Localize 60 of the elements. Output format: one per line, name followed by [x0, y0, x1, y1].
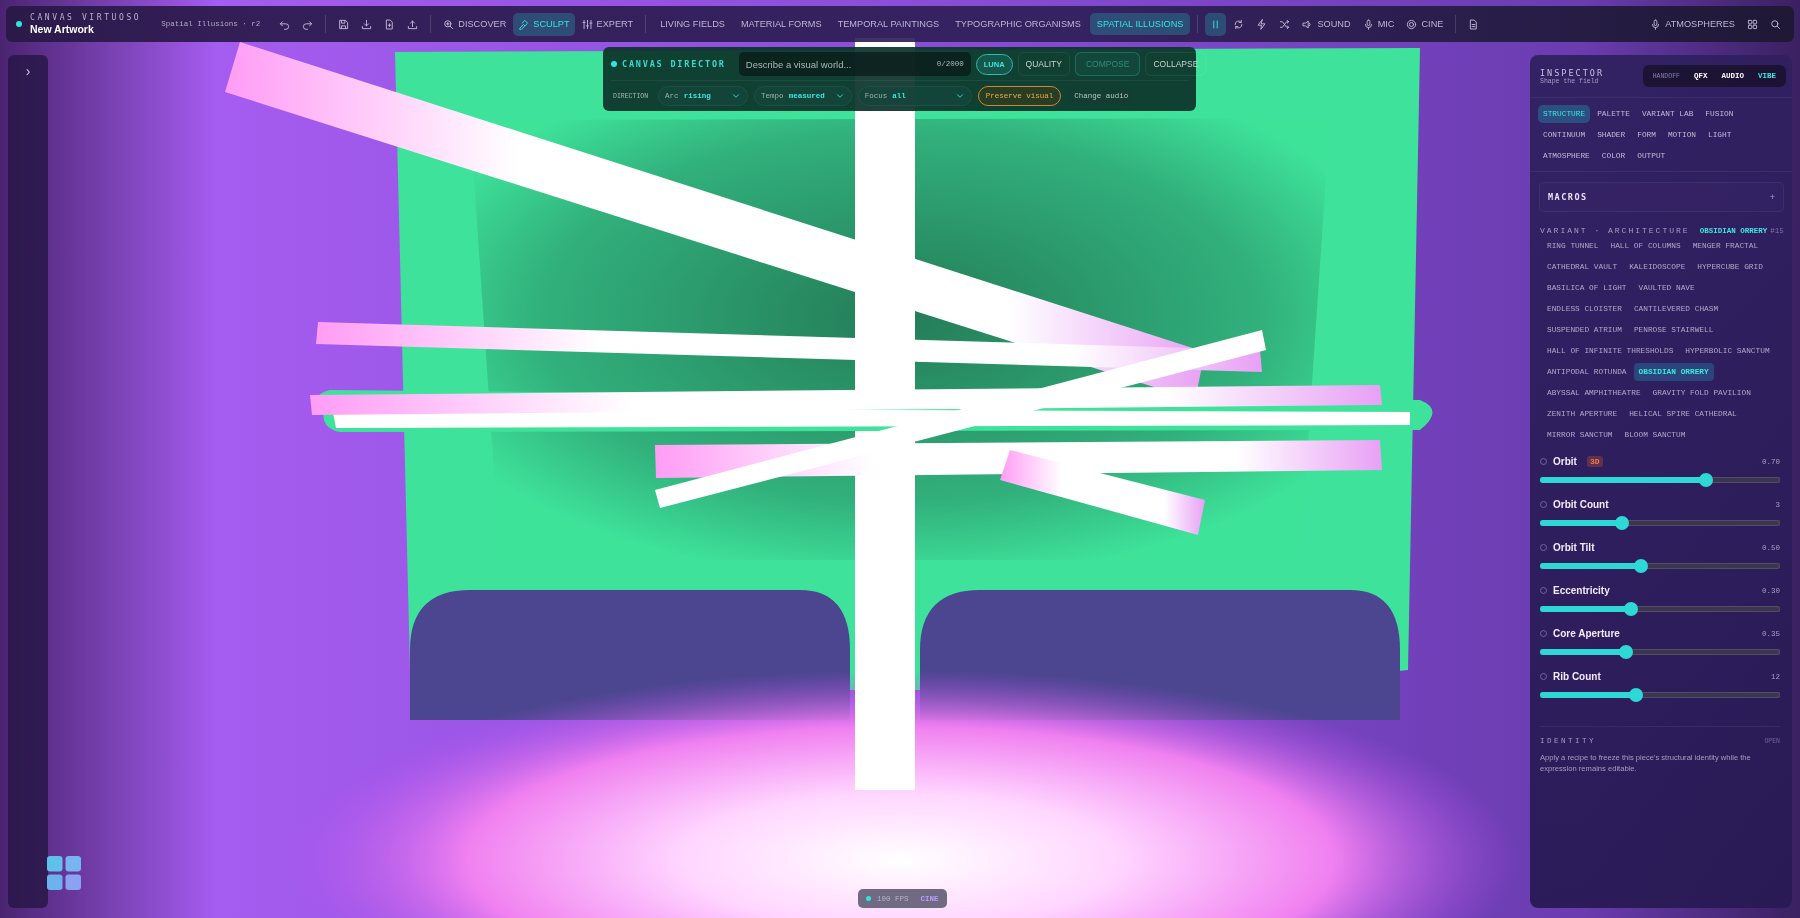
document-title: New Artwork	[30, 22, 95, 35]
slider-label: Core Aperture	[1553, 628, 1620, 639]
search-icon	[443, 18, 455, 30]
panel-title: INSPECTOR	[1540, 67, 1605, 78]
target-icon	[1406, 18, 1418, 30]
mic-icon	[1650, 18, 1662, 30]
status-dot	[611, 61, 617, 67]
sliders-icon	[581, 18, 593, 30]
bolt-icon	[1256, 18, 1268, 30]
toggle-button[interactable]: MIC	[1357, 12, 1400, 36]
download-icon	[361, 18, 373, 30]
mode-tab[interactable]: SCULPT	[513, 12, 575, 36]
undo-icon	[279, 18, 291, 30]
slider-thumb[interactable]	[1624, 602, 1639, 616]
mode-tab[interactable]: DISCOVER	[438, 12, 512, 36]
refresh-icon	[1233, 18, 1245, 30]
slider-thumb[interactable]	[1698, 473, 1713, 487]
slider-label: Orbit Tilt	[1553, 542, 1595, 553]
shuffle-icon	[1279, 18, 1291, 30]
section-header[interactable]: MACROS	[1548, 192, 1588, 202]
status-dot	[16, 21, 22, 27]
grid-icon[interactable]	[46, 855, 82, 891]
category-tab[interactable]: LIVING FIELDS	[653, 13, 732, 35]
slider-label: Eccentricity	[1553, 585, 1610, 596]
toggle-button[interactable]: SOUND	[1297, 12, 1356, 36]
speaker-icon	[1302, 18, 1314, 30]
category-tab[interactable]: TYPOGRAPHIC ORGANISMS	[948, 13, 1088, 35]
toggle-button[interactable]: CINE	[1401, 12, 1449, 36]
category-tab[interactable]: TEMPORAL PAINTINGS	[830, 13, 947, 35]
atmospheres-button[interactable]: ATMOSPHERES	[1645, 12, 1740, 36]
section-label: VARIANT · ARCHITECTURE	[1540, 226, 1690, 235]
mode-tab[interactable]: EXPERT	[576, 12, 639, 36]
slider-label: Rib Count	[1553, 671, 1601, 682]
document-icon	[1468, 18, 1480, 30]
zoom-icon	[1770, 18, 1781, 30]
expand-button[interactable]: ›	[16, 61, 40, 81]
chevron-icon	[954, 91, 965, 101]
slider-label: Orbit	[1553, 456, 1577, 467]
chevron-icon	[834, 91, 845, 101]
badge: 3D	[1586, 456, 1603, 467]
upload-icon	[407, 18, 419, 30]
director-button[interactable]: QUALITY	[1017, 52, 1070, 76]
slider-thumb[interactable]	[1619, 645, 1634, 659]
app-name: CANVAS VIRTUOSO	[30, 13, 142, 23]
chevron-icon	[731, 91, 742, 101]
pause-button[interactable]	[1205, 12, 1227, 36]
mic-icon	[1362, 18, 1374, 30]
grid-icon	[1747, 18, 1758, 30]
slider-thumb[interactable]	[1633, 559, 1648, 573]
slider-thumb[interactable]	[1629, 688, 1643, 702]
slider-thumb[interactable]	[1614, 516, 1629, 530]
category-tab[interactable]: SPATIAL ILLUSIONS	[1089, 13, 1191, 35]
status-dot	[866, 896, 871, 901]
category-tab[interactable]: MATERIAL FORMS	[733, 13, 829, 35]
save-icon	[338, 18, 350, 30]
new-file-icon	[384, 18, 396, 30]
slider-label: Orbit Count	[1553, 499, 1609, 510]
redo-icon	[302, 18, 314, 30]
brush-icon	[518, 18, 530, 30]
panel-title: CANVAS DIRECTOR	[622, 59, 726, 69]
